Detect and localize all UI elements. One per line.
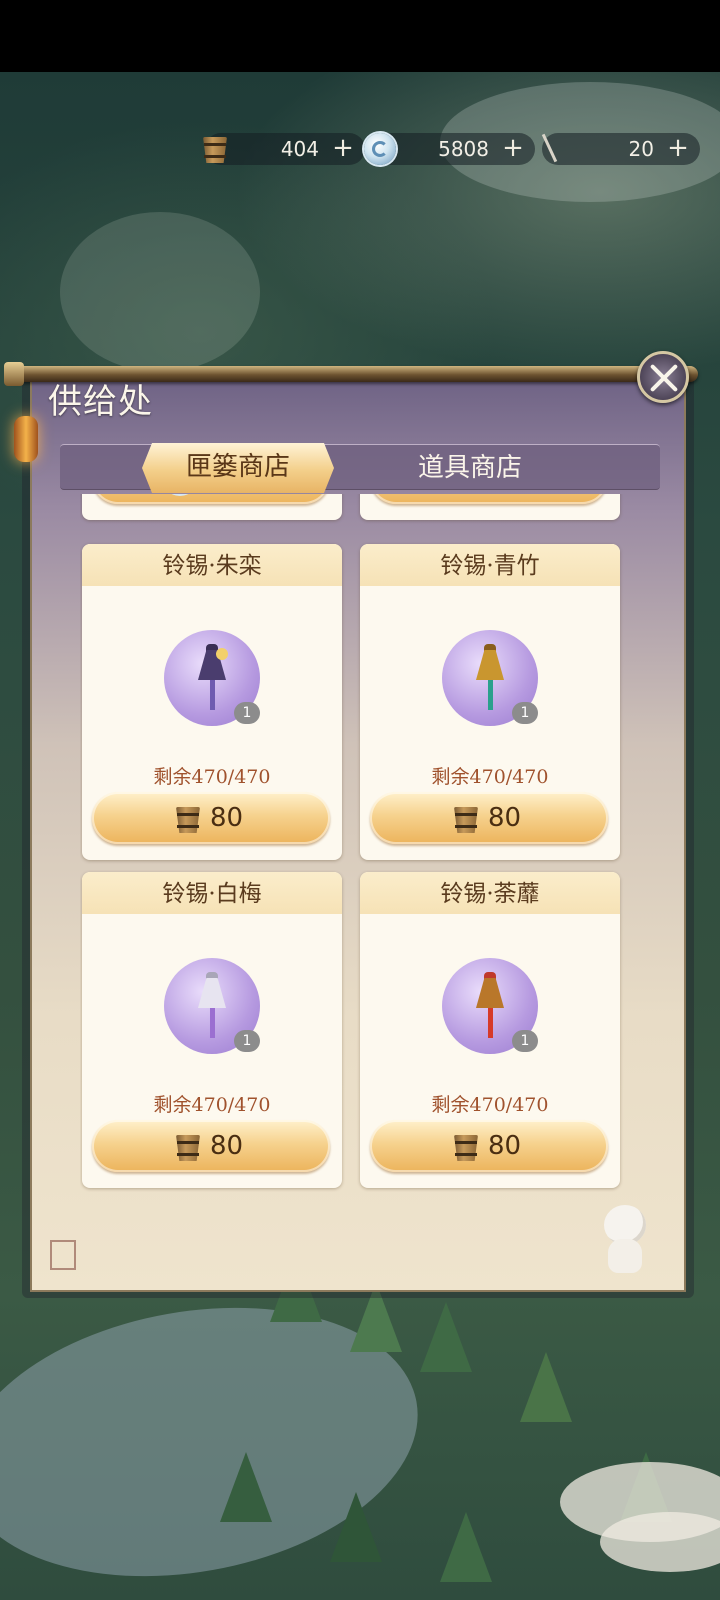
cloud	[600, 1512, 720, 1572]
buy-button[interactable]: 80	[370, 792, 608, 844]
seal-stamp-icon	[50, 1240, 76, 1270]
shop-card-partial: 80	[360, 494, 620, 520]
stock-label: 剩余470/470	[431, 766, 549, 788]
buy-button[interactable]: 80	[370, 494, 608, 504]
stick-icon	[534, 129, 570, 169]
add-currency-button[interactable]: +	[327, 133, 359, 163]
page-title: 供给处	[48, 382, 153, 422]
item-name: 铃锡·朱栾	[82, 544, 342, 586]
tree	[330, 1492, 382, 1562]
currency-stick: 20 +	[541, 133, 700, 165]
buy-button[interactable]: 80	[92, 1120, 330, 1172]
add-currency-button[interactable]: +	[497, 133, 529, 163]
coin-icon	[162, 494, 198, 498]
shop-card[interactable]: 铃锡·白梅 1 剩余470/470 80	[82, 872, 342, 1188]
coin-icon	[362, 129, 398, 169]
rod-knob	[4, 362, 24, 386]
waterfall-mist	[60, 212, 260, 372]
tree	[440, 1512, 492, 1582]
item-name: 铃锡·白梅	[82, 872, 342, 914]
bucket-icon	[197, 129, 233, 169]
bell-icon	[194, 972, 230, 1038]
buy-button[interactable]: 80	[92, 792, 330, 844]
buy-button[interactable]: 免费	[92, 494, 330, 504]
tab-box-shop[interactable]: 匣篓商店	[142, 443, 334, 493]
item-quantity-badge: 1	[234, 702, 260, 724]
bell-icon	[472, 972, 508, 1038]
price-label: 80	[210, 1131, 244, 1161]
tree	[520, 1352, 572, 1422]
stock-label: 剩余470/470	[153, 766, 271, 788]
mascot-character	[596, 1205, 652, 1275]
currency-value: 5808	[438, 137, 489, 161]
bell-icon	[194, 644, 230, 710]
currency-bar: 404 + 5808 + 20 +	[203, 130, 700, 170]
price-label: 免费	[210, 494, 262, 504]
shop-card[interactable]: 铃锡·朱栾 1 剩余470/470 80	[82, 544, 342, 860]
bucket-icon	[448, 1127, 484, 1167]
bucket-icon	[448, 494, 484, 499]
lantern-icon	[14, 416, 38, 462]
currency-bucket: 404 +	[203, 133, 365, 165]
stock-label: 剩余470/470	[153, 1094, 271, 1116]
item-quantity-badge: 1	[512, 1030, 538, 1052]
item-quantity-badge: 1	[512, 702, 538, 724]
bell-icon	[472, 644, 508, 710]
bucket-icon	[448, 799, 484, 839]
shop-card-partial: 免费	[82, 494, 342, 520]
shop-card[interactable]: 铃锡·青竹 1 剩余470/470 80	[360, 544, 620, 860]
bucket-icon	[170, 799, 206, 839]
tree	[220, 1452, 272, 1522]
currency-value: 404	[280, 137, 319, 161]
item-name: 铃锡·青竹	[360, 544, 620, 586]
price-label: 80	[488, 803, 522, 833]
close-button[interactable]	[637, 351, 689, 403]
shop-card[interactable]: 铃锡·荼蘼 1 剩余470/470 80	[360, 872, 620, 1188]
currency-value: 20	[628, 137, 654, 161]
tab-item-shop[interactable]: 道具商店	[390, 445, 550, 491]
bucket-icon	[170, 1127, 206, 1167]
tab-bar: 匣篓商店 道具商店	[60, 444, 660, 490]
price-label: 80	[210, 803, 244, 833]
item-name: 铃锡·荼蘼	[360, 872, 620, 914]
currency-coin: 5808 +	[364, 133, 535, 165]
item-grid: 免费 80 铃锡·朱栾 1 剩余470/470 80 铃锡·青竹	[80, 494, 640, 1194]
price-label: 80	[488, 494, 521, 504]
stock-label: 剩余470/470	[431, 1094, 549, 1116]
buy-button[interactable]: 80	[370, 1120, 608, 1172]
price-label: 80	[488, 1131, 522, 1161]
add-currency-button[interactable]: +	[662, 133, 694, 163]
tree	[420, 1302, 472, 1372]
item-quantity-badge: 1	[234, 1030, 260, 1052]
